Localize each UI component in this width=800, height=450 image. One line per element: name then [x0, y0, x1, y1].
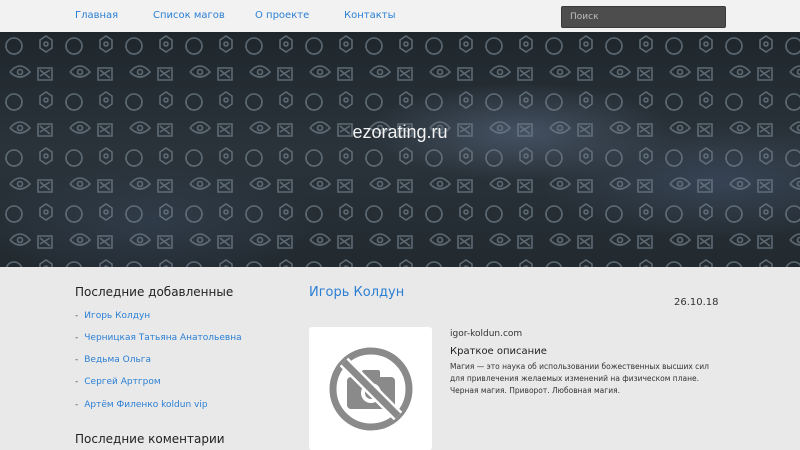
sidebar-item-label[interactable]: Артём Филенко koldun vip — [84, 400, 207, 410]
no-photo-icon — [329, 347, 413, 431]
list-dash: - — [75, 333, 79, 343]
sidebar-item[interactable]: - Сергей Артгром — [75, 377, 161, 387]
description-heading: Краткое описание — [450, 346, 547, 357]
top-navigation: Главная Список магов О проекте Контакты — [0, 0, 800, 32]
sidebar-item[interactable]: - Ведьма Ольга — [75, 355, 151, 365]
hero-pattern — [0, 32, 800, 267]
list-dash: - — [75, 355, 79, 365]
recent-added-heading: Последние добавленные — [75, 285, 234, 299]
description-text: Магия — это наука об использовании божес… — [450, 362, 709, 395]
nav-link-mages-list[interactable]: Список магов — [153, 10, 225, 21]
sidebar-item[interactable]: - Артём Филенко koldun vip — [75, 400, 208, 410]
list-dash: - — [75, 400, 79, 410]
sidebar-item[interactable]: - Игорь Колдун — [75, 311, 150, 321]
sidebar-item-label[interactable]: Сергей Артгром — [84, 377, 160, 387]
nav-link-home[interactable]: Главная — [75, 10, 118, 21]
hero-banner: ezorating.ru — [0, 32, 800, 267]
site-title: ezorating.ru — [352, 122, 448, 142]
nav-link-about[interactable]: О проекте — [255, 10, 309, 21]
post-thumbnail[interactable] — [309, 327, 432, 450]
sidebar-item-label[interactable]: Игорь Колдун — [84, 311, 150, 321]
sidebar-item[interactable]: - Черницкая Татьяна Анатольевна — [75, 333, 242, 343]
post-site-url: igor-koldun.com — [450, 329, 523, 339]
recent-comments-heading: Последние коментарии — [75, 432, 225, 446]
sidebar-item-label[interactable]: Ведьма Ольга — [84, 355, 151, 365]
nav-link-contacts[interactable]: Контакты — [344, 10, 395, 21]
list-dash: - — [75, 377, 79, 387]
sidebar-item-label[interactable]: Черницкая Татьяна Анатольевна — [84, 333, 241, 343]
search-input[interactable] — [561, 6, 726, 28]
list-dash: - — [75, 311, 79, 321]
post-title-link[interactable]: Игорь Колдун — [309, 285, 404, 300]
post-date: 26.10.18 — [674, 297, 719, 308]
